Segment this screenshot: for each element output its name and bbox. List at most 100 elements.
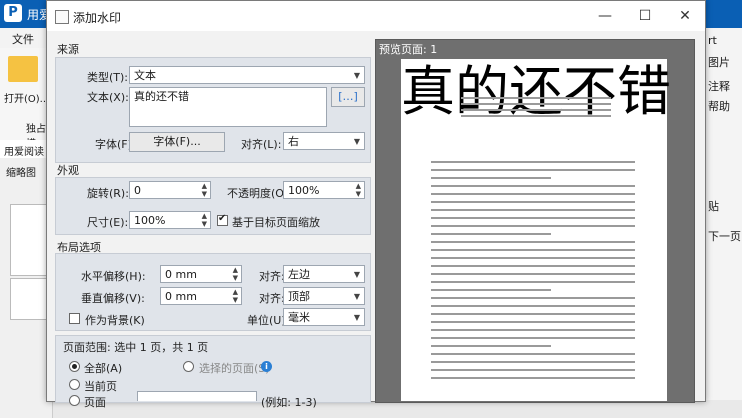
page-range-radio[interactable] <box>69 395 80 406</box>
v-align-label: 对齐: <box>259 292 285 305</box>
page-text-line <box>431 233 551 235</box>
document-tab[interactable]: 用爱阅读 <box>0 140 52 159</box>
page-text-line <box>431 345 551 347</box>
dialog-title: 添加水印 <box>73 11 122 25</box>
app-ribbon: 打开(O)... 独占模 <box>0 48 52 150</box>
page-text-line <box>431 353 635 355</box>
align-select-value: 右 <box>288 135 299 148</box>
right-panel-item[interactable]: rt <box>708 34 717 47</box>
add-watermark-dialog: 添加水印 — ☐ ✕ 来源 类型(T): 文本 ▼ 文本(X): 真的还不错 […… <box>46 0 706 409</box>
unit-select[interactable]: 毫米 ▼ <box>283 308 365 326</box>
page-text-line <box>431 185 635 187</box>
spinner-arrows-icon[interactable]: ▲ ▼ <box>233 288 238 304</box>
insert-field-button[interactable]: […] <box>331 87 365 107</box>
scale-to-page-checkbox[interactable] <box>217 213 228 226</box>
rotation-label: 旋转(R): <box>87 187 129 200</box>
size-label: 尺寸(E): <box>87 216 129 229</box>
minimize-button[interactable]: — <box>585 5 625 27</box>
font-button[interactable]: 字体(F)... <box>129 132 225 152</box>
source-section-title: 来源 <box>57 43 79 56</box>
document-tab-label: 用爱阅读 <box>4 147 44 158</box>
page-text-line <box>431 169 635 171</box>
v-align-select[interactable]: 顶部 ▼ <box>283 287 365 305</box>
watermark-text-input[interactable]: 真的还不错 <box>129 87 327 127</box>
page-text-line <box>461 103 611 105</box>
folder-icon[interactable] <box>8 56 38 82</box>
spinner-arrows-icon[interactable]: ▲ ▼ <box>356 182 361 198</box>
v-offset-value: 0 mm <box>165 290 197 303</box>
opacity-spinner[interactable]: 100% ▲ ▼ <box>283 181 365 199</box>
h-align-label: 对齐: <box>259 270 285 283</box>
right-panel-item[interactable]: 下一页 <box>708 228 741 244</box>
page-range-label: 页面 <box>84 396 106 409</box>
as-background-label: 作为背景(K) <box>85 314 145 327</box>
chevron-down-icon: ▼ <box>353 313 360 322</box>
page-text-line <box>431 201 635 203</box>
page-text-line <box>431 209 635 211</box>
page-text-line <box>431 369 635 371</box>
v-offset-spinner[interactable]: 0 mm ▲ ▼ <box>160 287 242 305</box>
insert-field-label: […] <box>338 90 358 103</box>
spinner-arrows-icon[interactable]: ▲ ▼ <box>233 266 238 282</box>
page-text-line <box>431 305 635 307</box>
opacity-value: 100% <box>288 184 320 197</box>
right-tool-panel: rt 图片 注释 帮助 贴 下一页 <box>704 28 742 400</box>
all-pages-radio[interactable] <box>69 361 80 372</box>
open-button-label[interactable]: 打开(O)... <box>4 90 49 105</box>
spinner-arrows-icon[interactable]: ▲ ▼ <box>202 212 207 228</box>
right-panel-item[interactable]: 帮助 <box>708 98 730 114</box>
current-page-radio[interactable] <box>69 379 80 390</box>
thumbnails-tab[interactable]: 缩略图 <box>6 164 36 179</box>
current-page-label: 当前页 <box>84 380 117 393</box>
h-align-value: 左边 <box>288 268 310 281</box>
selected-pages-radio[interactable] <box>183 361 194 372</box>
info-icon[interactable]: i <box>261 361 272 372</box>
rotation-value: 0 <box>134 184 141 197</box>
text-label: 文本(X): <box>87 91 129 104</box>
page-text-line <box>431 329 635 331</box>
right-panel-item[interactable]: 注释 <box>708 78 730 94</box>
watermark-preview-text: 真的还不错 <box>401 60 671 123</box>
right-panel-item[interactable]: 图片 <box>708 54 730 70</box>
page-text-line <box>431 241 635 243</box>
page-text-line <box>431 289 551 291</box>
h-align-select[interactable]: 左边 ▼ <box>283 265 365 283</box>
dialog-app-icon <box>55 10 69 24</box>
selected-pages-label: 选择的页面(S) <box>199 362 270 375</box>
font-button-label: 字体(F)... <box>153 135 201 148</box>
menu-file[interactable]: 文件 <box>12 31 34 47</box>
as-background-checkbox[interactable] <box>69 313 80 324</box>
page-text-line <box>431 321 635 323</box>
unit-value: 毫米 <box>288 311 310 324</box>
page-range-example: (例如: 1-3) <box>261 396 317 409</box>
page-text-line <box>431 281 635 283</box>
chevron-down-icon: ▼ <box>353 137 360 146</box>
maximize-button[interactable]: ☐ <box>625 5 665 27</box>
type-select-value: 文本 <box>134 69 156 82</box>
layout-section-title: 布局选项 <box>57 241 101 254</box>
page-text-line <box>431 177 551 179</box>
align-label: 对齐(L): <box>241 138 282 151</box>
appearance-section-title: 外观 <box>57 164 79 177</box>
type-label: 类型(T): <box>87 71 129 84</box>
type-select[interactable]: 文本 ▼ <box>129 66 365 84</box>
v-offset-label: 垂直偏移(V): <box>81 292 145 305</box>
close-button[interactable]: ✕ <box>665 5 705 27</box>
spinner-arrows-icon[interactable]: ▲ ▼ <box>202 182 207 198</box>
dialog-title-bar: 添加水印 — ☐ ✕ <box>47 1 705 31</box>
right-panel-item[interactable]: 贴 <box>708 198 719 214</box>
page-text-line <box>431 161 635 163</box>
size-spinner[interactable]: 100% ▲ ▼ <box>129 211 211 229</box>
rotation-spinner[interactable]: 0 ▲ ▼ <box>129 181 211 199</box>
scale-to-page-label: 基于目标页面缩放 <box>232 216 320 229</box>
v-align-value: 顶部 <box>288 290 310 303</box>
chevron-down-icon: ▼ <box>353 292 360 301</box>
preview-page: 真的还不错 <box>401 59 671 401</box>
page-text-line <box>461 115 611 117</box>
page-text-line <box>431 217 635 219</box>
chevron-down-icon: ▼ <box>353 270 360 279</box>
page-range-summary: 页面范围: 选中 1 页，共 1 页 <box>63 341 209 354</box>
align-select[interactable]: 右 ▼ <box>283 132 365 150</box>
h-offset-spinner[interactable]: 0 mm ▲ ▼ <box>160 265 242 283</box>
page-text-line <box>431 377 635 379</box>
